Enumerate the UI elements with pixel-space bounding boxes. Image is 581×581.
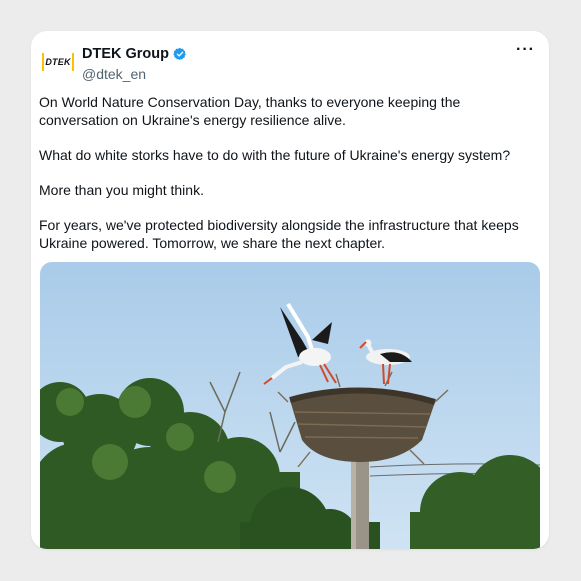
dtek-logo: DTEK xyxy=(45,57,71,67)
post-paragraph: More than you might think. xyxy=(39,182,204,198)
post-text: On World Nature Conservation Day, thanks… xyxy=(39,93,539,269)
post-paragraph: For years, we've protected biodiversity … xyxy=(39,217,519,251)
verified-badge-icon xyxy=(173,47,186,61)
logo-accent-left xyxy=(42,53,44,71)
post-paragraph: On World Nature Conservation Day, thanks… xyxy=(39,94,461,128)
author-name[interactable]: DTEK Group xyxy=(82,46,169,62)
logo-accent-right xyxy=(72,53,74,71)
author-avatar[interactable]: DTEK xyxy=(40,44,76,80)
storks-photo xyxy=(40,262,540,549)
post-card[interactable]: DTEK DTEK Group @dtek_en ··· On World Na… xyxy=(31,31,549,549)
author-handle[interactable]: @dtek_en xyxy=(82,66,146,82)
more-options-icon[interactable]: ··· xyxy=(516,41,535,59)
post-media-photo[interactable] xyxy=(40,262,540,549)
post-paragraph: What do white storks have to do with the… xyxy=(39,147,511,163)
author-name-row[interactable]: DTEK Group xyxy=(82,46,187,62)
